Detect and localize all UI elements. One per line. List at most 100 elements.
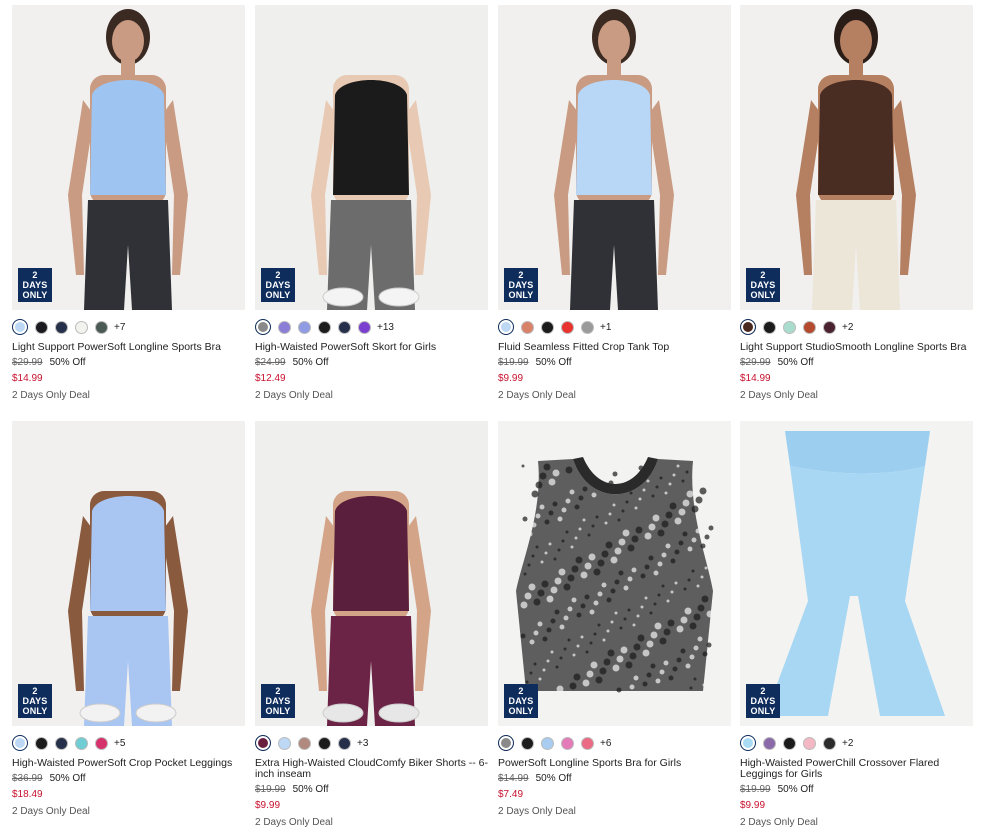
color-swatch[interactable] [298, 736, 311, 750]
product-photo [740, 5, 973, 310]
discount-label: 50% Off [292, 357, 329, 368]
discount-label: 50% Off [49, 357, 86, 368]
color-swatch-selected[interactable] [740, 319, 756, 335]
product-name-link[interactable]: Light Support PowerSoft Longline Sports … [12, 342, 245, 353]
original-price: $19.99 [255, 784, 286, 795]
color-swatches: +2 [740, 734, 973, 752]
color-swatch[interactable] [95, 320, 108, 334]
color-swatch[interactable] [75, 736, 88, 750]
deal-badge: 2 DAYS ONLY [18, 684, 52, 718]
product-card: 2 DAYS ONLY +3 Extra High-Waisted CloudCom… [255, 421, 488, 829]
color-swatch[interactable] [763, 736, 776, 750]
color-swatch[interactable] [75, 320, 88, 334]
more-colors-link[interactable]: +6 [600, 738, 611, 749]
product-card: 2 DAYS ONLY +5 High-Waisted PowerSoft Crop… [12, 421, 245, 818]
product-image[interactable]: 2 DAYS ONLY [255, 421, 488, 726]
color-swatch-selected[interactable] [12, 735, 28, 751]
color-swatch[interactable] [803, 736, 816, 750]
product-image[interactable]: 2 DAYS ONLY [740, 421, 973, 726]
color-swatch[interactable] [783, 320, 796, 334]
color-swatch[interactable] [338, 736, 351, 750]
color-swatch[interactable] [763, 320, 776, 334]
color-swatch[interactable] [278, 320, 291, 334]
color-swatch[interactable] [55, 736, 68, 750]
price-line: $29.99 50% Off [740, 357, 973, 369]
deal-badge: 2 DAYS ONLY [504, 268, 538, 302]
color-swatch[interactable] [358, 320, 371, 334]
color-swatches: +13 [255, 318, 488, 336]
color-swatch[interactable] [521, 320, 534, 334]
color-swatch[interactable] [318, 320, 331, 334]
more-colors-link[interactable]: +13 [377, 322, 394, 333]
product-photo [498, 421, 731, 726]
discount-label: 50% Off [777, 357, 814, 368]
product-card: 2 DAYS ONLY +13 High-Waisted PowerSoft Sko… [255, 5, 488, 402]
color-swatches: +3 [255, 734, 488, 752]
more-colors-link[interactable]: +2 [842, 322, 853, 333]
color-swatch-selected[interactable] [12, 319, 28, 335]
product-image[interactable]: 2 DAYS ONLY [12, 421, 245, 726]
product-card: 2 DAYS ONLY +2 High-Waisted PowerChill Cro… [740, 421, 973, 829]
color-swatch[interactable] [55, 320, 68, 334]
more-colors-link[interactable]: +2 [842, 738, 853, 749]
color-swatch[interactable] [95, 736, 108, 750]
product-image[interactable]: 2 DAYS ONLY [498, 421, 731, 726]
original-price: $24.99 [255, 357, 286, 368]
deal-badge: 2 DAYS ONLY [746, 684, 780, 718]
product-image[interactable]: 2 DAYS ONLY [498, 5, 731, 310]
product-name-link[interactable]: Fluid Seamless Fitted Crop Tank Top [498, 342, 731, 353]
sale-price: $7.49 [498, 789, 524, 800]
product-image[interactable]: 2 DAYS ONLY [255, 5, 488, 310]
more-colors-link[interactable]: +5 [114, 738, 125, 749]
product-photo [12, 421, 245, 726]
price-line: $19.99 50% Off [740, 784, 973, 796]
color-swatch[interactable] [35, 320, 48, 334]
original-price: $36.99 [12, 773, 43, 784]
color-swatch[interactable] [298, 320, 311, 334]
color-swatch-selected[interactable] [740, 735, 756, 751]
deal-badge: 2 DAYS ONLY [504, 684, 538, 718]
color-swatch[interactable] [318, 736, 331, 750]
color-swatch[interactable] [541, 320, 554, 334]
product-name-link[interactable]: High-Waisted PowerSoft Skort for Girls [255, 342, 488, 353]
color-swatch[interactable] [561, 736, 574, 750]
price-line: $14.99 50% Off [498, 773, 731, 785]
color-swatch-selected[interactable] [255, 735, 271, 751]
color-swatch[interactable] [581, 320, 594, 334]
deal-text: 2 Days Only Deal [12, 390, 90, 401]
color-swatch-selected[interactable] [255, 319, 271, 335]
product-name-link[interactable]: PowerSoft Longline Sports Bra for Girls [498, 758, 731, 769]
color-swatch[interactable] [541, 736, 554, 750]
product-card: 2 DAYS ONLY +2 Light Support StudioSmooth … [740, 5, 973, 402]
more-colors-link[interactable]: +3 [357, 738, 368, 749]
discount-label: 50% Off [777, 784, 814, 795]
color-swatch[interactable] [823, 736, 836, 750]
color-swatch[interactable] [521, 736, 534, 750]
color-swatches: +6 [498, 734, 731, 752]
more-colors-link[interactable]: +7 [114, 322, 125, 333]
color-swatch[interactable] [581, 736, 594, 750]
color-swatch-selected[interactable] [498, 735, 514, 751]
color-swatch[interactable] [823, 320, 836, 334]
product-name-link[interactable]: Light Support StudioSmooth Longline Spor… [740, 342, 973, 353]
color-swatch-selected[interactable] [498, 319, 514, 335]
product-name-link[interactable]: High-Waisted PowerSoft Crop Pocket Leggi… [12, 758, 245, 769]
product-image[interactable]: 2 DAYS ONLY [740, 5, 973, 310]
color-swatch[interactable] [783, 736, 796, 750]
product-photo [498, 5, 731, 310]
sale-price: $9.99 [255, 800, 281, 811]
color-swatch[interactable] [338, 320, 351, 334]
color-swatch[interactable] [278, 736, 291, 750]
more-colors-link[interactable]: +1 [600, 322, 611, 333]
product-card: 2 DAYS ONLY +6 PowerSoft Longline Sports B… [498, 421, 731, 818]
color-swatch[interactable] [35, 736, 48, 750]
discount-label: 50% Off [535, 357, 572, 368]
product-name-link[interactable]: High-Waisted PowerChill Crossover Flared… [740, 758, 973, 780]
color-swatch[interactable] [561, 320, 574, 334]
color-swatch[interactable] [803, 320, 816, 334]
price-line: $36.99 50% Off [12, 773, 245, 785]
product-image[interactable]: 2 DAYS ONLY [12, 5, 245, 310]
product-name-link[interactable]: Extra High-Waisted CloudComfy Biker Shor… [255, 758, 488, 780]
product-photo [255, 421, 488, 726]
product-card: 2 DAYS ONLY +1 Fluid Seamless Fitted Crop … [498, 5, 731, 402]
